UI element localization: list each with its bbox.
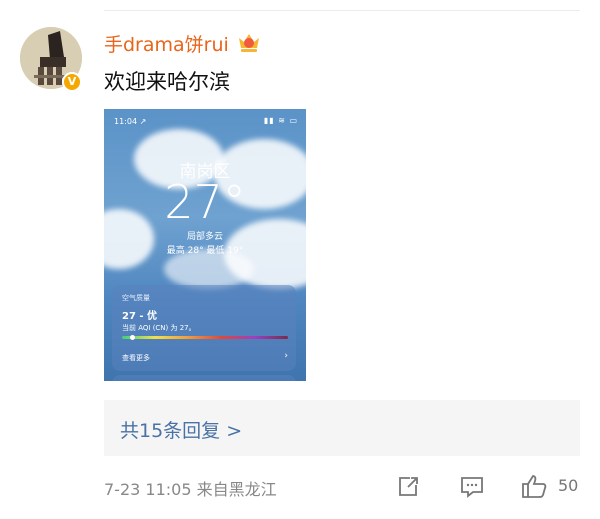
comment-location: 来自黑龙江 (196, 480, 277, 499)
weather-temperature: 27° (164, 175, 246, 229)
chevron-right-icon: › (284, 351, 288, 361)
status-icons: ▮▮ ≋ ▭ (263, 116, 298, 125)
aqi-card: 空气质量 27 - 优 当前 AQI (CN) 为 27。 查看更多 › (112, 285, 296, 371)
like-icon[interactable] (520, 473, 548, 499)
vip-crown-icon (239, 34, 259, 52)
weather-hi-lo: 最高 28° 最低 19° (166, 246, 244, 256)
comment-text: 欢迎来哈尔滨 (104, 70, 230, 94)
aqi-title: 空气质量 (122, 294, 150, 302)
replies-box[interactable]: 共15条回复 > (104, 400, 580, 456)
attached-weather-screenshot[interactable]: 11:04 ↗ ▮▮ ≋ ▭ 南岗区 27° 局部多云 最高 28° 最低 19… (104, 109, 306, 381)
weather-condition: 局部多云 (186, 232, 223, 242)
verified-badge: V (62, 72, 82, 92)
aqi-gradient-bar (122, 336, 288, 339)
aqi-description: 当前 AQI (CN) 为 27。 (122, 324, 196, 332)
comment-username[interactable]: 手drama饼rui (104, 30, 229, 57)
next-card-peek (112, 375, 296, 381)
aqi-see-more: 查看更多 (122, 354, 150, 362)
aqi-marker (130, 335, 135, 340)
status-time: 11:04 ↗ (114, 117, 147, 126)
comment-timestamp: 7-23 11:05 (104, 480, 192, 499)
comment-icon[interactable] (459, 473, 485, 499)
top-divider (104, 10, 580, 11)
share-icon[interactable] (396, 473, 420, 499)
replies-link[interactable]: 共15条回复 > (120, 416, 242, 443)
aqi-value: 27 - 优 (122, 311, 158, 322)
like-count: 50 (558, 476, 579, 495)
comment-meta: 7-23 11:05 来自黑龙江 (104, 476, 277, 500)
